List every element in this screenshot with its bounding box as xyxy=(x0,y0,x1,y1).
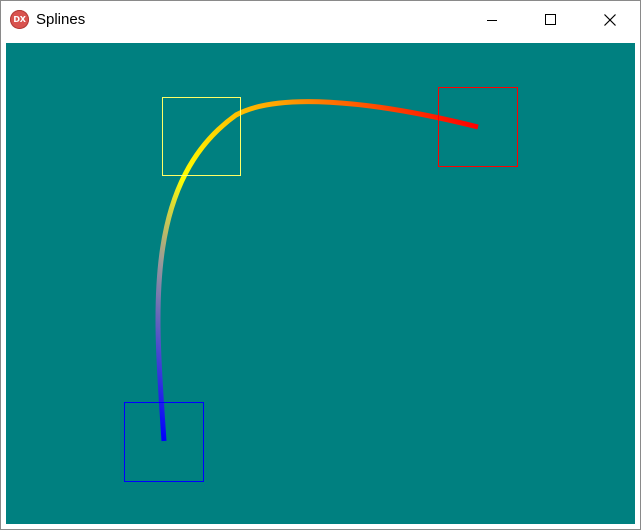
close-button[interactable] xyxy=(587,1,633,38)
dx-app-icon: DX xyxy=(10,10,29,29)
close-icon xyxy=(604,13,616,26)
maximize-button[interactable] xyxy=(528,1,574,38)
spline-canvas[interactable] xyxy=(6,43,635,524)
minimize-icon xyxy=(487,19,497,21)
title-bar[interactable]: DX Splines xyxy=(1,1,640,38)
spline-curve xyxy=(155,99,479,442)
window-title: Splines xyxy=(36,11,86,28)
spline-drawing xyxy=(124,87,518,482)
maximize-icon xyxy=(545,13,556,25)
app-window: DX Splines xyxy=(0,0,641,530)
minimize-button[interactable] xyxy=(469,1,515,38)
control-point-middle[interactable] xyxy=(162,97,241,176)
